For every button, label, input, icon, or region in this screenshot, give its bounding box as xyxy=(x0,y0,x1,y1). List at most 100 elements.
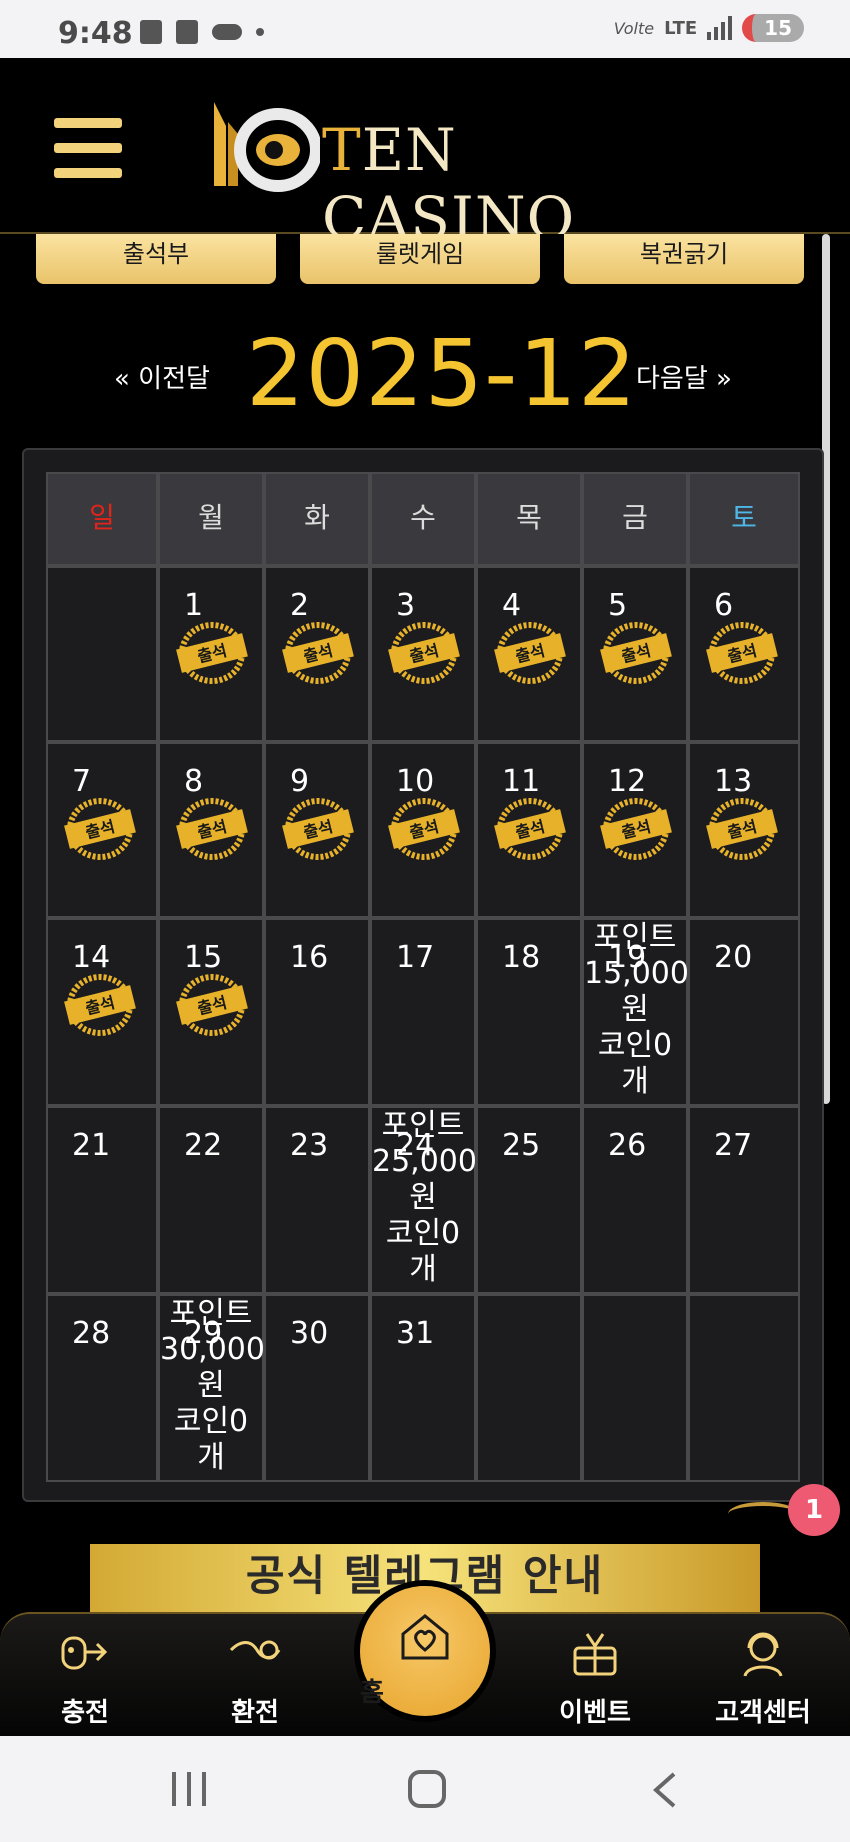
tab-bar: 출석부 룰렛게임 복권긁기 xyxy=(36,234,806,284)
day-number: 27 xyxy=(714,1128,753,1163)
nav-exchange-label: 환전 xyxy=(231,1698,279,1728)
calendar-day-cell[interactable]: 21 xyxy=(46,1106,158,1294)
calendar-week-row: 28 29 포인트 30,000 원 코인0 개 30 31 xyxy=(46,1294,806,1482)
calendar-empty-cell xyxy=(688,1294,800,1482)
calendar-day-cell[interactable]: 13 출석 xyxy=(688,742,800,918)
weekday-friday: 금 xyxy=(582,472,688,566)
day-number: 21 xyxy=(72,1128,111,1163)
reward-line: 코인0 xyxy=(597,1028,673,1063)
hamburger-menu-button[interactable] xyxy=(54,118,122,178)
calendar-day-cell[interactable]: 8 출석 xyxy=(158,742,264,918)
reward-line: 포인트 xyxy=(169,1296,253,1331)
tab-roulette[interactable]: 룰렛게임 xyxy=(300,234,540,284)
back-icon[interactable] xyxy=(650,1770,680,1810)
cloud-icon xyxy=(212,24,242,40)
nav-home-label: 홈 xyxy=(360,1678,384,1708)
ten-casino-logo[interactable]: TEN CASINO xyxy=(210,98,650,252)
logo-wordmark: TEN CASINO xyxy=(322,116,576,252)
chat-notification-badge[interactable]: 1 xyxy=(788,1484,840,1536)
calendar-day-cell[interactable]: 10 출석 xyxy=(370,742,476,918)
calendar-day-cell[interactable]: 14 출석 xyxy=(46,918,158,1106)
prev-month-link[interactable]: « 이전달 xyxy=(114,358,210,395)
weekday-sunday: 일 xyxy=(46,472,158,566)
calendar-day-cell[interactable]: 16 xyxy=(264,918,370,1106)
calendar-day-cell[interactable]: 3 출석 xyxy=(370,566,476,742)
attendance-stamp-icon: 출석 xyxy=(494,622,566,684)
attendance-stamp-icon: 출석 xyxy=(176,622,248,684)
charge-icon xyxy=(61,1636,108,1670)
signal-icon xyxy=(707,16,733,40)
reward-line: 개 xyxy=(409,1252,437,1287)
calendar-day-cell[interactable]: 20 xyxy=(688,918,800,1106)
calendar-day-cell[interactable]: 11 출석 xyxy=(476,742,582,918)
reward-line: 개 xyxy=(621,1064,649,1099)
calendar-day-cell[interactable]: 28 xyxy=(46,1294,158,1482)
calendar-grid: 일 월 화 수 목 금 토 1 출석 2 출석 3 출석 4 출석 5 출석 6 출석 7 출석 8 출석 9 출… xyxy=(46,472,806,1482)
calendar-day-cell[interactable]: 25 xyxy=(476,1106,582,1294)
calendar-week-row: 21 22 23 24 포인트 25,000 원 코인0 개 25 26 27 xyxy=(46,1106,806,1294)
attendance-stamp-icon: 출석 xyxy=(282,622,354,684)
tab-attendance[interactable]: 출석부 xyxy=(36,234,276,284)
attendance-stamp-icon: 출석 xyxy=(706,798,778,860)
gift-event-icon xyxy=(573,1633,617,1676)
calendar-day-cell[interactable]: 26 xyxy=(582,1106,688,1294)
reward-line: 개 xyxy=(197,1440,225,1475)
calendar-empty-cell xyxy=(46,566,158,742)
calendar-day-cell[interactable]: 1 출석 xyxy=(158,566,264,742)
calendar-day-cell[interactable]: 27 xyxy=(688,1106,800,1294)
reward-line: 30,000 xyxy=(160,1332,265,1367)
calendar-day-cell[interactable]: 15 출석 xyxy=(158,918,264,1106)
nav-support[interactable]: 고객센터 xyxy=(688,1614,838,1738)
calendar-day-cell[interactable]: 7 출석 xyxy=(46,742,158,918)
attendance-stamp-icon: 출석 xyxy=(176,798,248,860)
calendar-day-cell[interactable]: 9 출석 xyxy=(264,742,370,918)
notification-icons xyxy=(140,20,264,44)
screenshot-icon xyxy=(176,20,198,44)
day-number: 18 xyxy=(502,940,541,975)
calendar-day-cell[interactable]: 4 출석 xyxy=(476,566,582,742)
next-month-link[interactable]: 다음달 » xyxy=(636,358,732,395)
nav-event[interactable]: 이벤트 xyxy=(520,1614,670,1738)
calendar-day-cell[interactable]: 2 출석 xyxy=(264,566,370,742)
nav-event-label: 이벤트 xyxy=(559,1698,631,1728)
calendar-day-cell[interactable]: 6 출석 xyxy=(688,566,800,742)
day-number: 22 xyxy=(184,1128,223,1163)
day-number: 6 xyxy=(714,588,734,623)
day-number: 10 xyxy=(396,764,435,799)
calendar-day-cell[interactable]: 17 xyxy=(370,918,476,1106)
calendar-day-cell[interactable]: 23 xyxy=(264,1106,370,1294)
system-navigation-bar xyxy=(0,1736,850,1842)
day-number: 1 xyxy=(184,588,204,623)
calendar-day-cell[interactable]: 31 xyxy=(370,1294,476,1482)
nav-home-button[interactable]: 홈 xyxy=(360,1586,490,1716)
weekday-tuesday: 화 xyxy=(264,472,370,566)
attendance-calendar: 일 월 화 수 목 금 토 1 출석 2 출석 3 출석 4 출석 5 출석 6 출석 7 출석 8 출석 9 출… xyxy=(22,448,824,1502)
calendar-day-cell[interactable]: 12 출석 xyxy=(582,742,688,918)
main-content: 출석부 룰렛게임 복권긁기 « 이전달 2025-12 다음달 » 일 월 화 … xyxy=(0,234,850,1614)
tab-lottery-scratch[interactable]: 복권긁기 xyxy=(564,234,804,284)
weekday-saturday: 토 xyxy=(688,472,800,566)
weekday-wednesday: 수 xyxy=(370,472,476,566)
weekday-monday: 월 xyxy=(158,472,264,566)
nav-exchange[interactable]: 환전 xyxy=(180,1614,330,1738)
day-number: 2 xyxy=(290,588,310,623)
system-indicators: Volte LTE 15 xyxy=(614,14,804,42)
status-time: 9:48 xyxy=(58,16,133,51)
calendar-day-cell[interactable]: 30 xyxy=(264,1294,370,1482)
reward-line: 코인0 xyxy=(385,1216,461,1251)
system-home-icon[interactable] xyxy=(408,1770,446,1808)
reward-line: 포인트 xyxy=(593,920,677,955)
recent-apps-icon[interactable] xyxy=(172,1772,206,1806)
attendance-stamp-icon: 출석 xyxy=(600,798,672,860)
calendar-day-cell[interactable]: 24 포인트 25,000 원 코인0 개 xyxy=(370,1106,477,1294)
calendar-day-cell[interactable]: 5 출석 xyxy=(582,566,688,742)
calendar-week-row: 7 출석 8 출석 9 출석 10 출석 11 출석 12 출석 13 출석 xyxy=(46,742,806,918)
calendar-week-row: 1 출석 2 출석 3 출석 4 출석 5 출석 6 출석 xyxy=(46,566,806,742)
nav-charge[interactable]: 충전 xyxy=(10,1614,160,1738)
attendance-stamp-icon: 출석 xyxy=(64,974,136,1036)
reward-info: 포인트 25,000 원 코인0 개 xyxy=(372,1108,477,1288)
calendar-day-cell[interactable]: 18 xyxy=(476,918,582,1106)
calendar-day-cell[interactable]: 29 포인트 30,000 원 코인0 개 xyxy=(158,1294,265,1482)
calendar-day-cell[interactable]: 22 xyxy=(158,1106,264,1294)
calendar-day-cell[interactable]: 19 포인트 15,000 원 코인0 개 xyxy=(582,918,689,1106)
